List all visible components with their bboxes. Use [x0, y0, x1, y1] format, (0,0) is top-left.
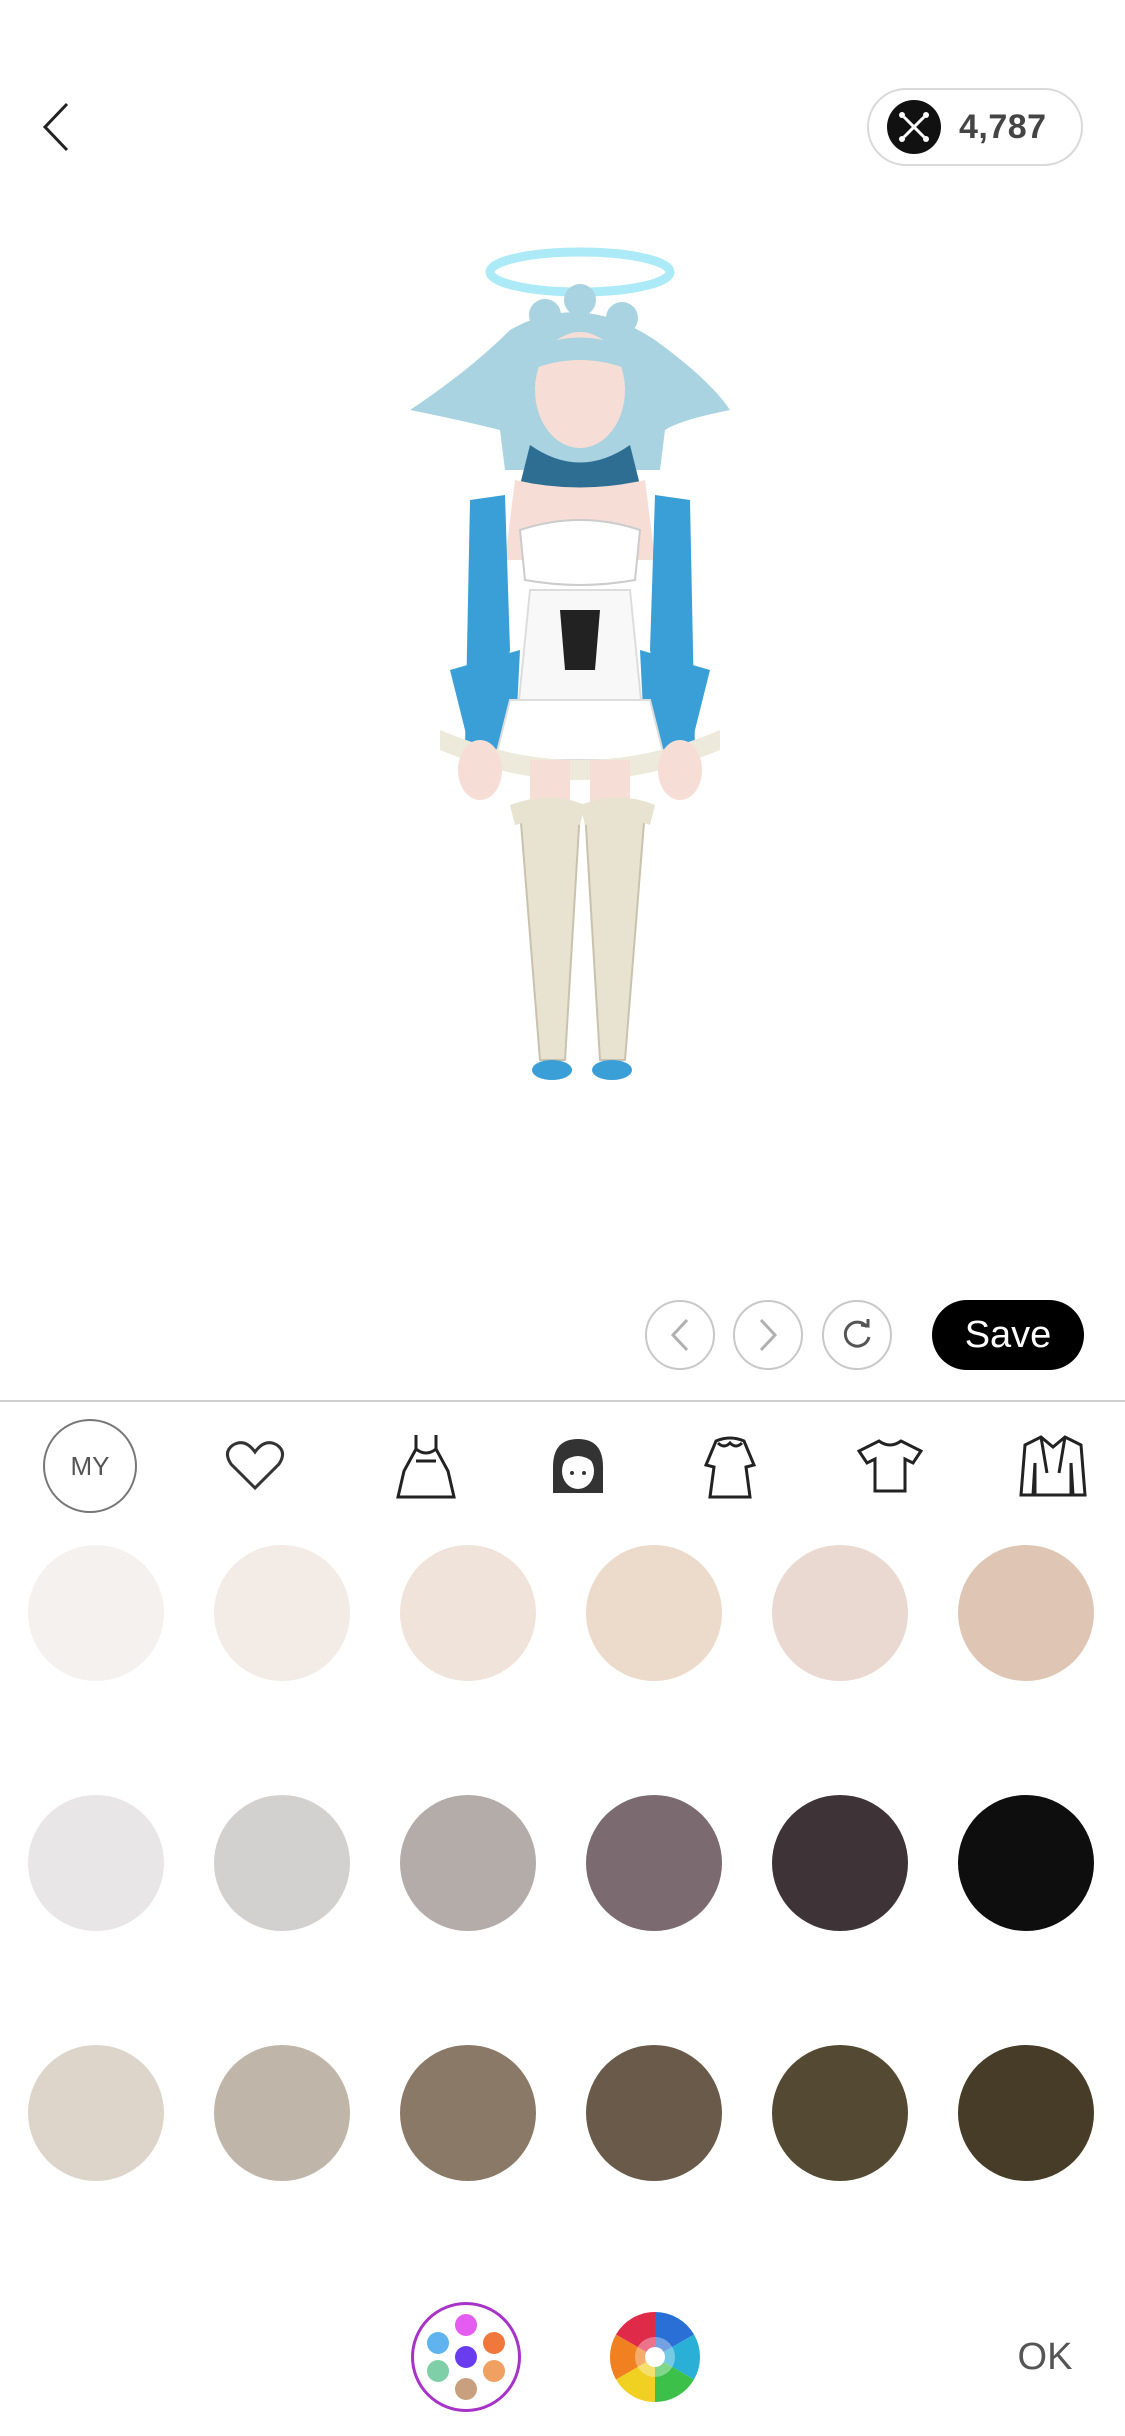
color-wheel-button[interactable]	[608, 2310, 702, 2404]
color-swatch[interactable]	[772, 1795, 908, 1931]
tab-favorites[interactable]	[207, 1418, 303, 1514]
color-swatch[interactable]	[772, 2045, 908, 2181]
ok-button[interactable]: OK	[1010, 2330, 1080, 2384]
color-swatch[interactable]	[586, 1795, 722, 1931]
undo-button[interactable]	[645, 1300, 715, 1370]
color-swatch[interactable]	[400, 2045, 536, 2181]
color-swatch[interactable]	[958, 1545, 1094, 1681]
tab-outerwear[interactable]	[1005, 1418, 1101, 1514]
palette-dot	[483, 2332, 505, 2354]
palette-dot	[427, 2360, 449, 2382]
color-swatch[interactable]	[400, 1795, 536, 1931]
color-swatch[interactable]	[214, 1545, 350, 1681]
color-swatch[interactable]	[400, 1545, 536, 1681]
palette-dot	[455, 2346, 477, 2368]
tab-dress[interactable]	[378, 1418, 474, 1514]
color-swatch[interactable]	[958, 2045, 1094, 2181]
dress-icon	[396, 1435, 456, 1499]
chevron-left-icon	[42, 102, 69, 152]
hair-icon	[553, 1439, 603, 1493]
coin-balance-pill[interactable]: 4,787	[867, 88, 1083, 166]
palette-dot	[483, 2360, 505, 2382]
tab-my[interactable]: MY	[42, 1418, 138, 1514]
my-label: MY	[43, 1419, 137, 1513]
color-swatch[interactable]	[28, 1795, 164, 1931]
chevron-right-icon	[759, 1318, 778, 1352]
palette-icon	[427, 2314, 505, 2400]
ruffle-dress-icon	[703, 1436, 757, 1499]
coin-balance: 4,787	[959, 107, 1047, 146]
tab-hair[interactable]	[530, 1418, 626, 1514]
tab-outfit[interactable]	[682, 1418, 778, 1514]
palette-dot	[455, 2314, 477, 2336]
reset-button[interactable]	[822, 1300, 892, 1370]
palette-button[interactable]	[411, 2302, 521, 2412]
jacket-icon	[1019, 1435, 1087, 1497]
outfit-editor-screen: 4,787 Save MY OK	[0, 0, 1125, 2436]
color-swatch[interactable]	[958, 1795, 1094, 1931]
avatar-figure	[410, 247, 730, 1080]
color-swatch[interactable]	[214, 1795, 350, 1931]
tab-tops[interactable]	[842, 1418, 938, 1514]
chevron-left-icon	[670, 1318, 689, 1352]
color-swatch[interactable]	[586, 1545, 722, 1681]
color-swatch[interactable]	[28, 2045, 164, 2181]
currency-icon	[887, 100, 941, 154]
color-swatch[interactable]	[214, 2045, 350, 2181]
color-swatch[interactable]	[586, 2045, 722, 2181]
palette-dot	[427, 2332, 449, 2354]
palette-dot	[455, 2378, 477, 2400]
tshirt-icon	[857, 1439, 923, 1493]
color-swatch[interactable]	[28, 1545, 164, 1681]
save-button[interactable]: Save	[932, 1300, 1084, 1370]
redo-button[interactable]	[733, 1300, 803, 1370]
color-wheel-icon	[609, 2312, 701, 2402]
color-swatch[interactable]	[772, 1545, 908, 1681]
heart-icon	[226, 1441, 284, 1491]
back-button[interactable]	[28, 95, 84, 159]
refresh-icon	[843, 1319, 871, 1348]
divider	[0, 1400, 1125, 1402]
avatar-preview	[380, 230, 780, 1190]
